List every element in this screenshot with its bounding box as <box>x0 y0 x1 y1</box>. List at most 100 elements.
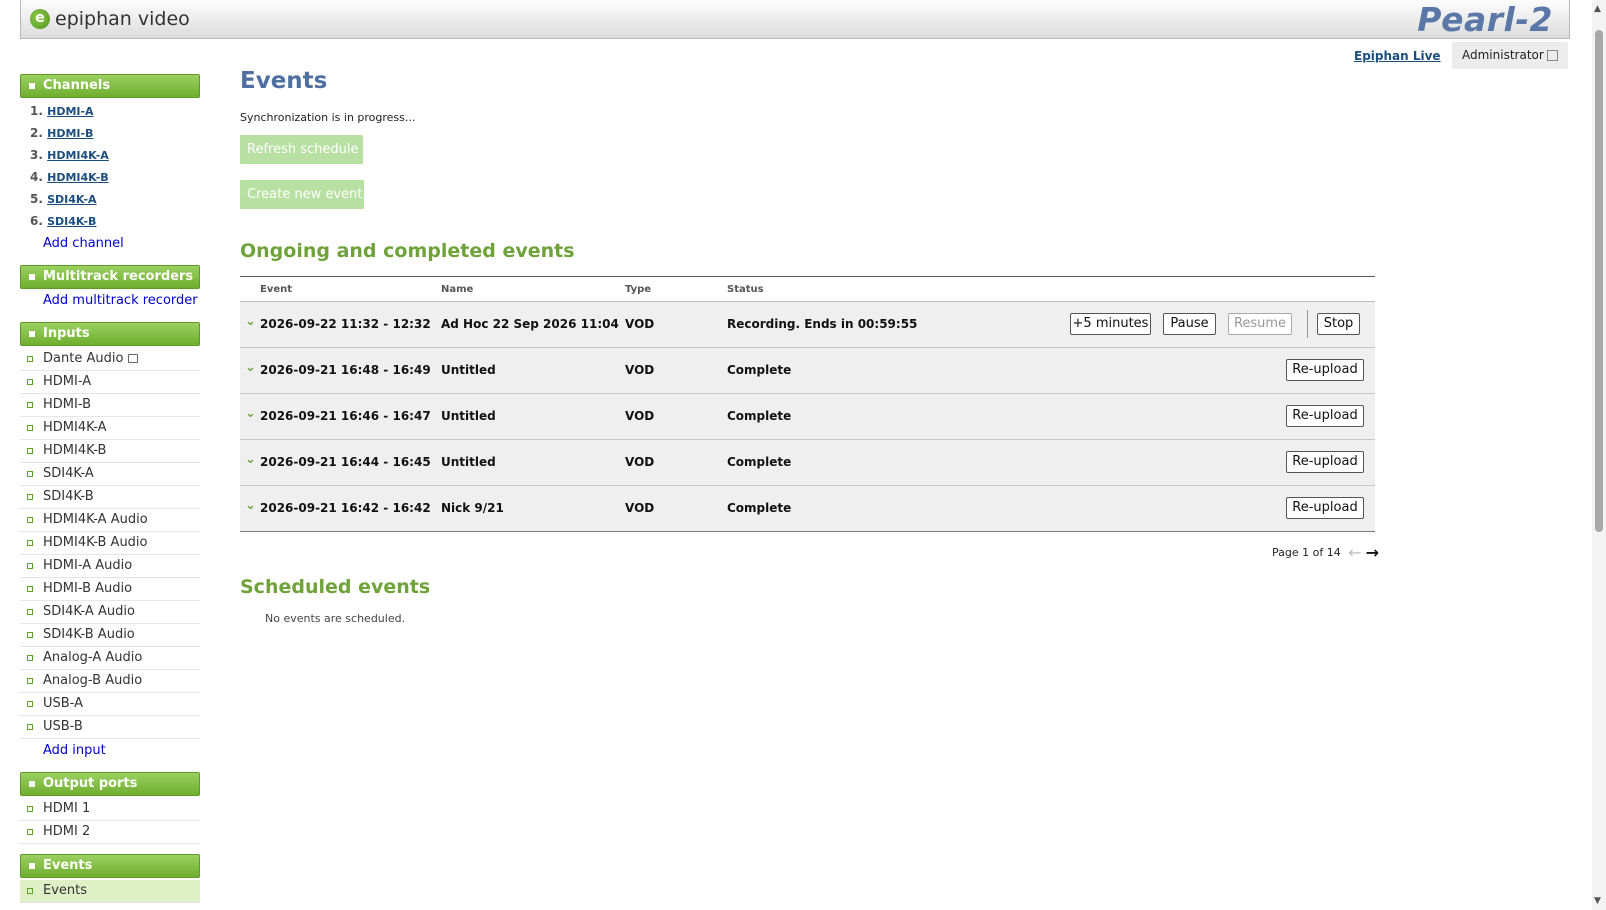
scheduled-events-heading: Scheduled events <box>240 576 431 598</box>
scroll-down-arrow-icon[interactable]: ▼ <box>1594 896 1601 906</box>
input-item[interactable]: SDI4K-A Audio <box>20 601 200 624</box>
inputs-section-header[interactable]: Inputs <box>20 322 200 346</box>
vertical-scrollbar[interactable]: ▲ ▼ <box>1592 0 1606 910</box>
event-status: Recording. Ends in 00:59:55 <box>727 317 918 331</box>
channel-link-hdmi-a[interactable]: HDMI-A <box>47 105 93 118</box>
event-type: VOD <box>625 455 655 469</box>
channel-link-hdmi4k-a[interactable]: HDMI4K-A <box>47 149 109 162</box>
resume-button[interactable]: Resume <box>1228 313 1292 335</box>
event-type: VOD <box>625 363 655 377</box>
channel-number: 2. <box>30 126 43 140</box>
pause-button[interactable]: Pause <box>1163 313 1216 335</box>
channel-link-sdi4k-b[interactable]: SDI4K-B <box>47 215 96 228</box>
re-upload-button[interactable]: Re-upload <box>1286 497 1364 519</box>
column-header-status: Status <box>727 284 764 295</box>
event-type: VOD <box>625 317 655 331</box>
product-name: Pearl-2 <box>1417 0 1553 39</box>
expand-chevron-icon[interactable]: ⌄ <box>245 406 256 421</box>
scroll-up-arrow-icon[interactable]: ▲ <box>1594 4 1601 14</box>
previous-page-arrow-icon[interactable]: ← <box>1348 543 1361 562</box>
refresh-schedule-button[interactable]: Refresh schedule <box>240 135 363 164</box>
app-header: e epiphan video Pearl-2 <box>20 0 1570 39</box>
re-upload-button[interactable]: Re-upload <box>1286 405 1364 427</box>
input-item-dante-audio[interactable]: Dante Audio <box>20 348 200 371</box>
add-5-minutes-button[interactable]: +5 minutes <box>1070 313 1151 335</box>
expand-chevron-icon[interactable]: ⌄ <box>245 314 256 329</box>
input-item[interactable]: HDMI4K-A Audio <box>20 509 200 532</box>
events-section-header[interactable]: Events <box>20 854 200 878</box>
table-header: Event Name Type Status <box>240 277 1375 302</box>
channel-link-sdi4k-a[interactable]: SDI4K-A <box>47 193 96 206</box>
ongoing-events-heading: Ongoing and completed events <box>240 240 575 262</box>
channel-item: 4. HDMI4K-B <box>20 166 200 188</box>
channel-item: 2. HDMI-B <box>20 122 200 144</box>
re-upload-button[interactable]: Re-upload <box>1286 359 1364 381</box>
input-item[interactable]: HDMI4K-B Audio <box>20 532 200 555</box>
channel-item: 6. SDI4K-B <box>20 210 200 232</box>
event-status: Complete <box>727 501 792 515</box>
scrollbar-thumb[interactable] <box>1595 30 1603 532</box>
input-item[interactable]: Analog-B Audio <box>20 670 200 693</box>
input-item[interactable]: HDMI4K-A <box>20 417 200 440</box>
event-name: Ad Hoc 22 Sep 2026 11:04 <box>441 317 619 331</box>
add-input-link[interactable]: Add input <box>20 739 200 762</box>
expand-chevron-icon[interactable]: ⌄ <box>245 360 256 375</box>
channel-item: 1. HDMI-A <box>20 100 200 122</box>
events-table: Event Name Type Status ⌄ 2026-09-22 11:3… <box>240 276 1375 532</box>
events-nav-item[interactable]: Events <box>20 880 200 903</box>
channels-section-header[interactable]: Channels <box>20 74 200 98</box>
event-time: 2026-09-22 11:32 - 12:32 <box>260 317 431 331</box>
add-multitrack-link[interactable]: Add multitrack recorder <box>20 289 200 312</box>
column-header-event: Event <box>260 284 293 295</box>
multitrack-section-header[interactable]: Multitrack recorders <box>20 265 200 289</box>
channel-number: 5. <box>30 192 43 206</box>
add-channel-link[interactable]: Add channel <box>20 232 200 255</box>
input-item[interactable]: HDMI-A <box>20 371 200 394</box>
input-item[interactable]: USB-A <box>20 693 200 716</box>
table-row: ⌄ 2026-09-21 16:46 - 16:47 Untitled VOD … <box>240 394 1375 440</box>
expand-chevron-icon[interactable]: ⌄ <box>245 452 256 467</box>
logout-icon[interactable] <box>1547 50 1558 61</box>
pagination: Page 1 of 14 ← → <box>1272 541 1379 562</box>
event-time: 2026-09-21 16:44 - 16:45 <box>260 455 431 469</box>
table-row: ⌄ 2026-09-21 16:44 - 16:45 Untitled VOD … <box>240 440 1375 486</box>
re-upload-button[interactable]: Re-upload <box>1286 451 1364 473</box>
next-page-arrow-icon[interactable]: → <box>1366 543 1379 562</box>
expand-chevron-icon[interactable]: ⌄ <box>245 498 256 513</box>
output-ports-section-header[interactable]: Output ports <box>20 772 200 796</box>
event-name: Untitled <box>441 409 496 423</box>
channel-link-hdmi-b[interactable]: HDMI-B <box>47 127 93 140</box>
epiphan-live-link[interactable]: Epiphan Live <box>1354 49 1441 63</box>
table-row: ⌄ 2026-09-22 11:32 - 12:32 Ad Hoc 22 Sep… <box>240 302 1375 348</box>
event-name: Untitled <box>441 455 496 469</box>
input-item[interactable]: SDI4K-B <box>20 486 200 509</box>
input-item[interactable]: USB-B <box>20 716 200 739</box>
page-indicator: Page 1 of 14 <box>1272 546 1341 559</box>
create-event-button[interactable]: Create new event <box>240 180 364 209</box>
channel-number: 6. <box>30 214 43 228</box>
output-item[interactable]: HDMI 2 <box>20 821 200 844</box>
input-item[interactable]: HDMI-A Audio <box>20 555 200 578</box>
input-item[interactable]: HDMI4K-B <box>20 440 200 463</box>
input-item[interactable]: HDMI-B <box>20 394 200 417</box>
page-title: Events <box>240 68 328 94</box>
user-name: Administrator <box>1462 48 1544 62</box>
sidebar: Channels 1. HDMI-A 2. HDMI-B 3. HDMI4K-A… <box>20 74 200 903</box>
channel-link-hdmi4k-b[interactable]: HDMI4K-B <box>47 171 109 184</box>
event-name: Untitled <box>441 363 496 377</box>
output-item[interactable]: HDMI 1 <box>20 798 200 821</box>
input-item[interactable]: SDI4K-B Audio <box>20 624 200 647</box>
event-time: 2026-09-21 16:42 - 16:42 <box>260 501 431 515</box>
user-menu-button[interactable]: Administrator <box>1452 42 1568 69</box>
input-item[interactable]: SDI4K-A <box>20 463 200 486</box>
channel-item: 3. HDMI4K-A <box>20 144 200 166</box>
input-item[interactable]: Analog-A Audio <box>20 647 200 670</box>
stop-button[interactable]: Stop <box>1317 313 1360 335</box>
table-row: ⌄ 2026-09-21 16:48 - 16:49 Untitled VOD … <box>240 348 1375 394</box>
event-time: 2026-09-21 16:48 - 16:49 <box>260 363 431 377</box>
event-status: Complete <box>727 409 792 423</box>
event-status: Complete <box>727 455 792 469</box>
table-row: ⌄ 2026-09-21 16:42 - 16:42 Nick 9/21 VOD… <box>240 486 1375 531</box>
input-item[interactable]: HDMI-B Audio <box>20 578 200 601</box>
epiphan-logo-icon: e <box>30 9 50 29</box>
